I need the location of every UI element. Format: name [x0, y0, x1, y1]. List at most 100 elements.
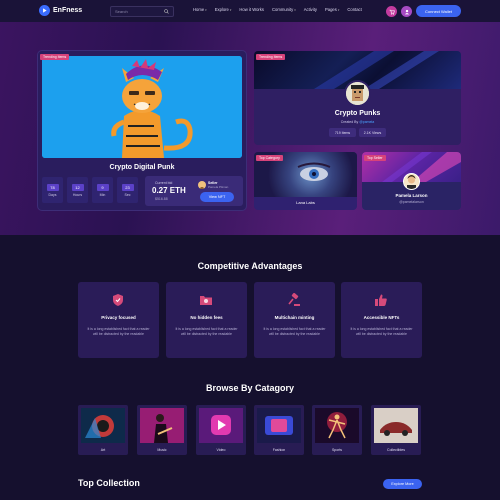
bid-label: Current bid — [155, 181, 173, 185]
menu-label: Home — [193, 7, 205, 12]
collection-avatar — [344, 80, 371, 107]
trending-tag: Trending Items — [40, 54, 70, 60]
top-collection-title: Top Collection — [78, 478, 140, 488]
category-label: Collectibles — [387, 448, 405, 452]
menu-item-how-it-works[interactable]: How it Works — [239, 7, 264, 12]
advantage-title: Privacy focused — [101, 315, 136, 320]
category-label: Art — [100, 448, 106, 452]
view-nft-button[interactable]: View NFT — [200, 192, 234, 202]
views-count: 2.1K Views — [359, 128, 386, 137]
category-label: Music — [157, 448, 167, 452]
category-image — [257, 408, 301, 443]
category-collectibles[interactable]: Collectibles — [371, 405, 421, 455]
connect-wallet-button[interactable]: Connect Wallet — [416, 5, 461, 17]
nft-artwork — [42, 56, 242, 158]
menu-item-activity[interactable]: Activity — [304, 7, 317, 12]
category-image — [374, 408, 418, 443]
category-name: Lana Labs — [296, 200, 315, 205]
profile-button[interactable] — [401, 6, 412, 17]
search-box[interactable] — [110, 6, 174, 17]
advantage-title: Multichain minting — [274, 315, 315, 320]
folder-icon — [200, 296, 212, 305]
category-image — [81, 408, 125, 443]
chevron-down-icon: ▾ — [337, 7, 340, 12]
brand-logo[interactable]: EnFness — [39, 5, 82, 16]
advantage-desc: It is a long established fact that a rea… — [350, 327, 413, 336]
nft-title: Crypto Digital Punk — [109, 164, 175, 171]
top-navbar: EnFness Home▾ Explore▾ How it Works Comm… — [0, 0, 500, 22]
menu-label: Activity — [303, 7, 317, 12]
menu-label: Contact — [347, 7, 362, 12]
advantage-card-fees: No hidden fees It is a long established … — [166, 282, 247, 358]
category-label: Fashion — [272, 448, 286, 452]
timer-value: 9 — [96, 183, 109, 191]
chevron-down-icon: ▾ — [294, 7, 296, 12]
menu-item-explore[interactable]: Explore ▾ — [215, 7, 232, 12]
creator-name[interactable]: @pamela — [359, 120, 374, 124]
gavel-icon — [288, 293, 300, 306]
logo-icon — [39, 5, 50, 16]
category-music[interactable]: Music — [137, 405, 187, 455]
timer-label: Hours — [72, 192, 83, 197]
advantage-desc: It is a long established fact that a rea… — [87, 327, 150, 336]
search-icon[interactable] — [164, 9, 169, 14]
seller-avatar — [403, 173, 420, 190]
timer-label: Sec — [124, 192, 131, 197]
menu-item-community[interactable]: Community ▾ — [272, 7, 296, 12]
timer-value: 12 — [71, 183, 84, 191]
countdown-timer: 78 Days 12 Hours 9 Min 23 Sec — [42, 177, 138, 203]
advantage-desc: It is a long established fact that a rea… — [263, 327, 326, 336]
seller-avatar[interactable] — [198, 181, 206, 189]
collection-card-crypto-punks[interactable]: Trending Items Crypto Punks Created By @… — [254, 51, 461, 145]
creator-prefix: Created By — [340, 120, 359, 124]
top-seller-card[interactable]: Top Seller Pamela Larson @pamelalarson — [362, 152, 461, 210]
timer-value: 23 — [121, 183, 134, 191]
menu-item-home[interactable]: Home ▾ — [193, 7, 207, 12]
cart-button[interactable] — [386, 6, 397, 17]
category-image — [315, 408, 359, 443]
seller-name: Pamela Larson — [395, 193, 428, 198]
menu-label: How it Works — [239, 7, 264, 12]
category-video[interactable]: Video — [196, 405, 246, 455]
search-input[interactable] — [115, 9, 165, 14]
top-seller-tag: Top Seller — [364, 155, 386, 161]
bid-value: 0.27 ETH — [152, 186, 186, 195]
advantage-card-privacy: Privacy focused It is a long established… — [78, 282, 159, 358]
category-sports[interactable]: Sports — [312, 405, 362, 455]
menu-item-contact[interactable]: Contact — [347, 7, 361, 12]
collection-creator: Created By @pamela — [254, 120, 461, 124]
category-art[interactable]: Art — [78, 405, 128, 455]
timer-label: Min — [99, 192, 106, 197]
top-category-tag: Top Category — [256, 155, 283, 161]
advantage-card-multichain: Multichain minting It is a long establis… — [254, 282, 335, 358]
timer-min: 9 Min — [92, 177, 113, 203]
thumbs-up-icon — [375, 294, 387, 306]
collection-title: Crypto Punks — [334, 110, 381, 117]
chevron-down-icon: ▾ — [229, 7, 232, 12]
main-menu: Home ▾ Explore ▾ How it Works Community ▾ A… — [193, 7, 370, 12]
seller-name[interactable]: Pamela Pitman — [208, 185, 228, 189]
advantages-title: Competitive Advantages — [197, 261, 303, 271]
menu-item-pages[interactable]: Pages ▾ — [325, 7, 339, 12]
bid-panel: Current bid 0.27 ETH $516.88 Seller Pame… — [145, 176, 243, 206]
advantage-desc: It is a long established fact that a rea… — [175, 327, 238, 336]
timer-value: 78 — [46, 183, 59, 191]
menu-label: Explore — [214, 7, 229, 12]
menu-label: Community — [272, 7, 294, 12]
advantage-title: Accessible NFTs — [363, 315, 400, 320]
category-fashion[interactable]: Fashion — [254, 405, 304, 455]
brand-name: EnFness — [53, 7, 83, 14]
bid-usd: $516.88 — [155, 197, 168, 201]
category-label: Video — [216, 448, 226, 452]
timer-sec: 23 Sec — [117, 177, 138, 203]
top-category-card[interactable]: Top Category Lana Labs — [254, 152, 357, 210]
timer-hours: 12 Hours — [67, 177, 88, 203]
trending-tag: Trending Items — [256, 54, 286, 60]
explore-more-button[interactable]: Explore More — [383, 479, 422, 489]
user-icon — [404, 9, 409, 14]
category-label: Sports — [331, 448, 343, 452]
advantage-title: No hidden fees — [190, 315, 223, 320]
shield-icon — [113, 294, 123, 306]
featured-nft-card[interactable]: Trending Items Crypto Digital Punk 78 Da… — [38, 51, 246, 210]
category-image — [140, 408, 184, 443]
